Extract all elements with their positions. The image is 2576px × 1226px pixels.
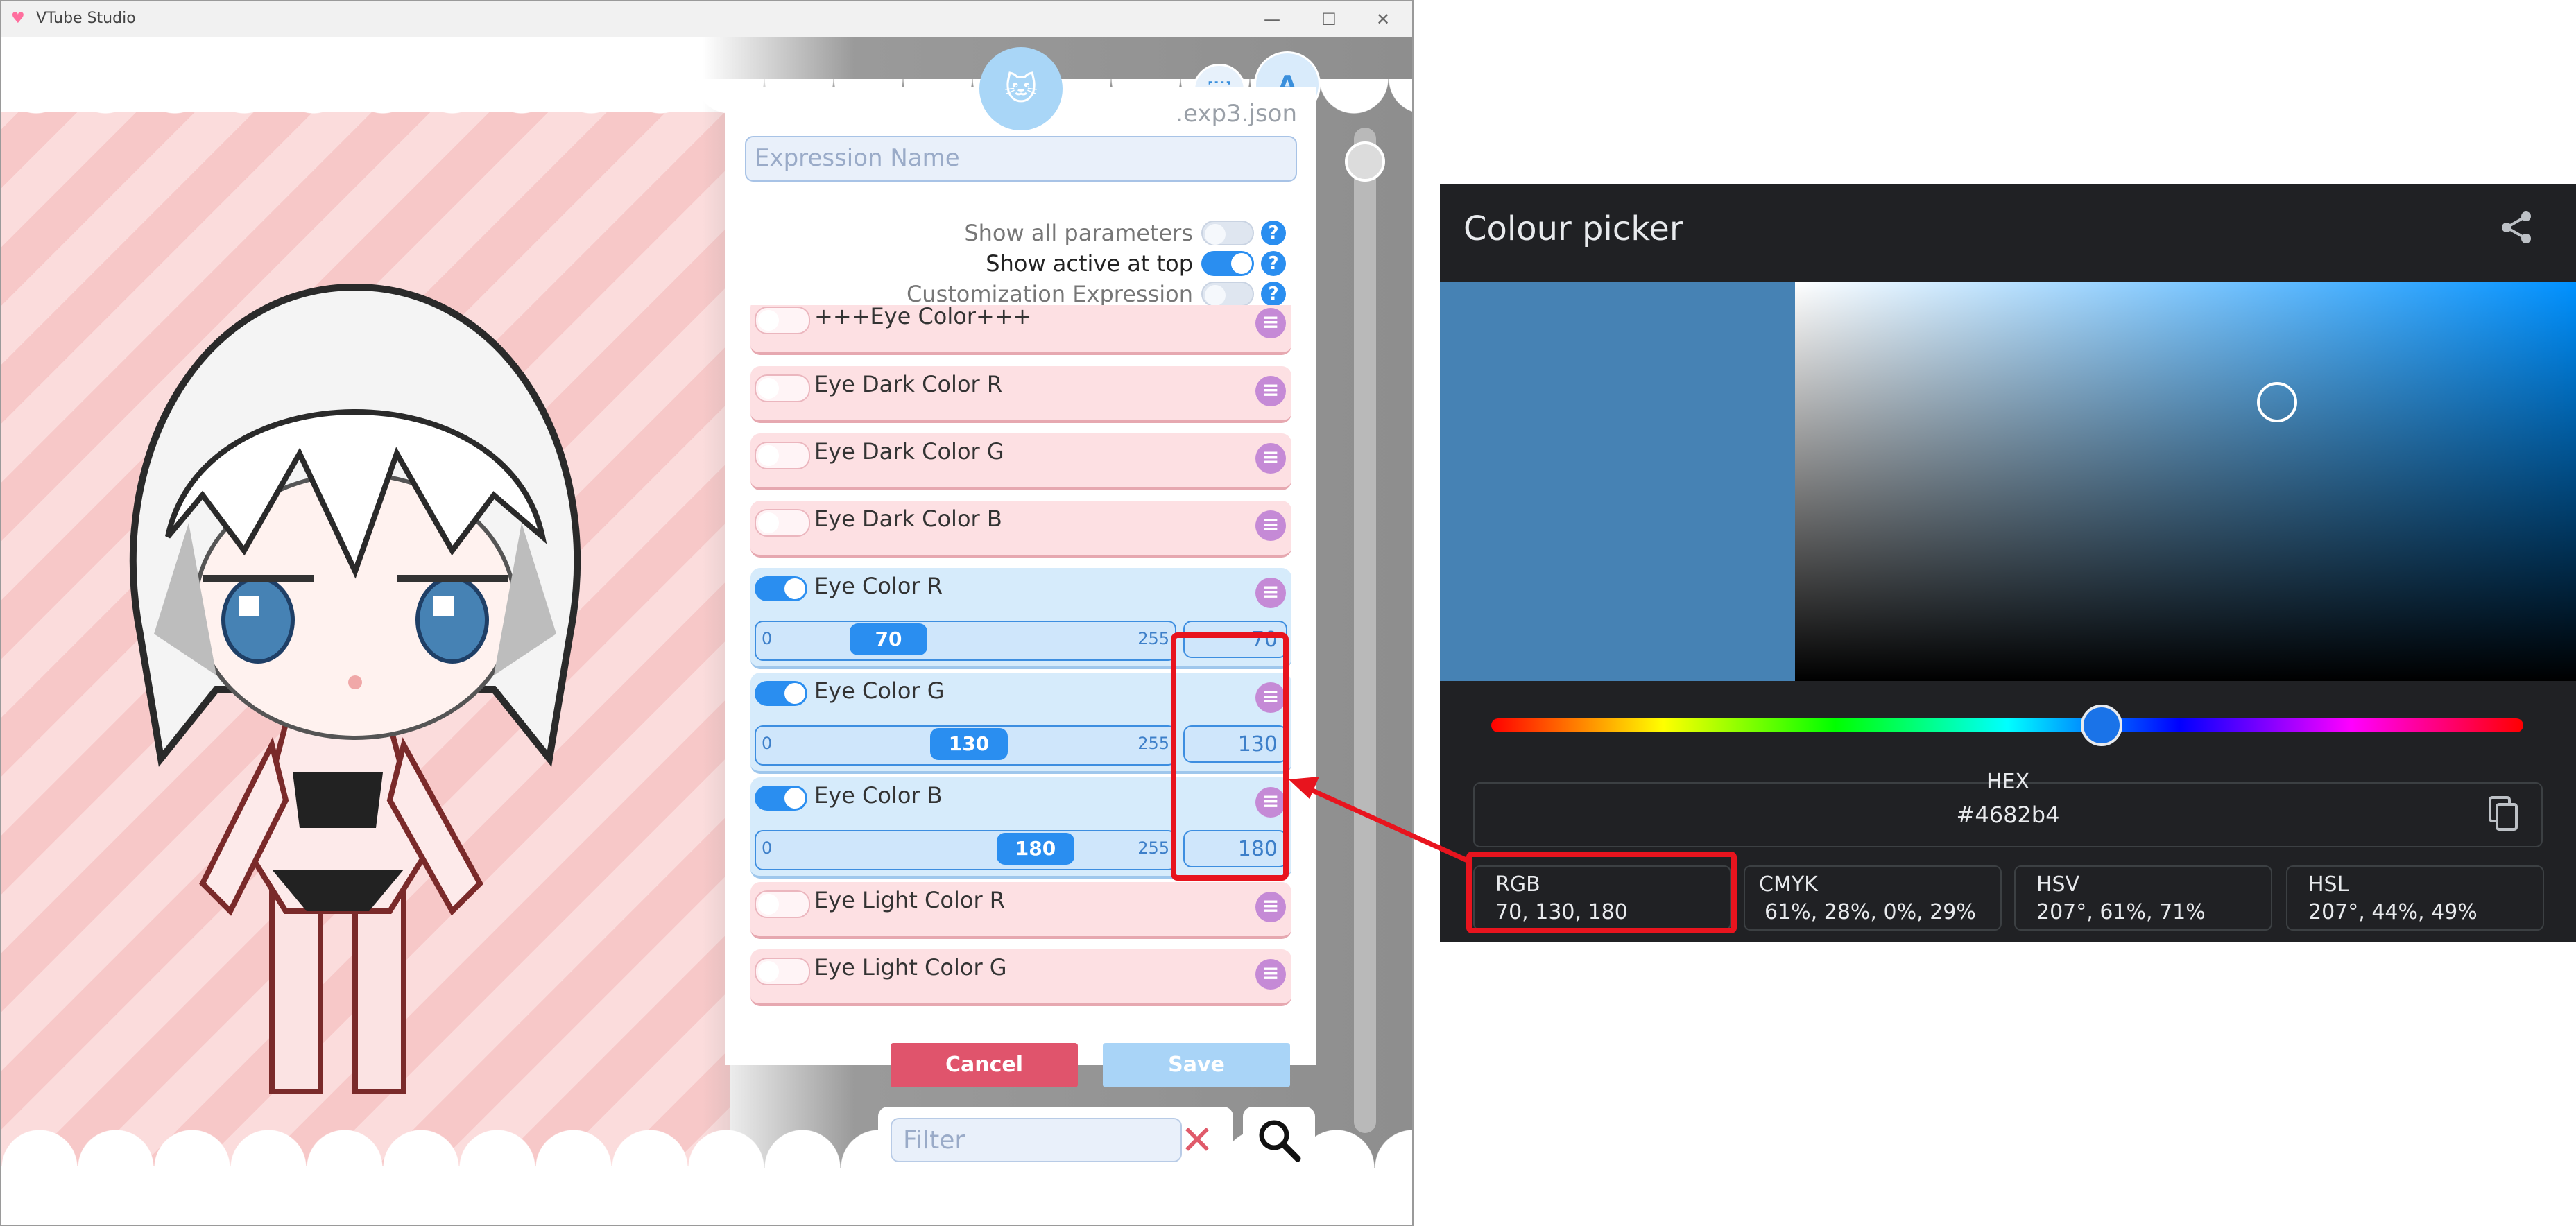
- param-toggle[interactable]: [755, 681, 807, 706]
- slider-max-label: 255: [1137, 838, 1169, 858]
- param-menu-icon[interactable]: ≡: [1255, 578, 1286, 608]
- share-icon[interactable]: [2497, 208, 2536, 247]
- minimize-button[interactable]: —: [1251, 7, 1293, 32]
- cmyk-field[interactable]: CMYK 61%, 28%, 0%, 29%: [1744, 865, 2002, 931]
- app-heart-icon: ♥: [11, 10, 25, 27]
- copy-icon[interactable]: [2487, 795, 2521, 834]
- param-label: +++Eye Color+++: [814, 305, 1032, 329]
- param-menu-icon[interactable]: ≡: [1255, 959, 1286, 990]
- param-label: Eye Color G: [814, 677, 945, 704]
- param-label: Eye Dark Color R: [814, 371, 1003, 397]
- slider-thumb[interactable]: 70: [850, 623, 927, 655]
- hex-value[interactable]: #4682b4: [1473, 802, 2543, 828]
- search-button[interactable]: [1243, 1107, 1315, 1173]
- filter-input[interactable]: Filter: [891, 1118, 1182, 1162]
- option-label-show-all: Show all parameters: [964, 220, 1193, 246]
- scrollbar-thumb[interactable]: [1345, 141, 1385, 182]
- param-label: Eye Color B: [814, 782, 943, 809]
- param-menu-icon[interactable]: ≡: [1255, 443, 1286, 474]
- cmyk-value: 61%, 28%, 0%, 29%: [1764, 900, 1976, 924]
- close-button[interactable]: ✕: [1362, 7, 1404, 32]
- param-row-eye-light-color-r[interactable]: Eye Light Color R ≡: [750, 882, 1291, 939]
- param-row-eye-light-color-g[interactable]: Eye Light Color G ≡: [750, 949, 1291, 1006]
- save-button[interactable]: Save: [1103, 1043, 1290, 1087]
- param-row-eye-color-header[interactable]: +++Eye Color+++ ≡: [750, 305, 1291, 355]
- option-label-show-active: Show active at top: [986, 250, 1193, 277]
- param-label: Eye Dark Color B: [814, 506, 1002, 532]
- scrollbar-track[interactable]: [1354, 128, 1376, 1133]
- param-label: Eye Light Color R: [814, 887, 1005, 913]
- param-label: Eye Light Color G: [814, 954, 1007, 981]
- slider-min-label: 0: [762, 838, 773, 858]
- slider-max-label: 255: [1137, 734, 1169, 753]
- help-icon[interactable]: ?: [1261, 221, 1286, 245]
- show-active-at-top-toggle[interactable]: [1201, 251, 1254, 276]
- param-toggle[interactable]: [755, 509, 810, 537]
- param-slider[interactable]: 0 130 255: [755, 725, 1176, 766]
- file-extension-label: .exp3.json: [1176, 100, 1297, 128]
- hsv-field[interactable]: HSV 207°, 61%, 71%: [2014, 865, 2272, 931]
- avatar-model[interactable]: [64, 245, 646, 1133]
- hsv-value: 207°, 61%, 71%: [2036, 900, 2206, 924]
- param-toggle[interactable]: [755, 576, 807, 601]
- maximize-button[interactable]: ☐: [1308, 7, 1350, 32]
- expression-name-input[interactable]: Expression Name: [745, 136, 1297, 182]
- title-bar: ♥ VTube Studio — ☐ ✕: [1, 1, 1412, 37]
- help-icon[interactable]: ?: [1261, 282, 1286, 306]
- hsv-label: HSV: [2036, 872, 2080, 897]
- param-slider[interactable]: 0 180 255: [755, 830, 1176, 870]
- param-row-eye-dark-color-b[interactable]: Eye Dark Color B ≡: [750, 501, 1291, 558]
- cmyk-label: CMYK: [1759, 872, 1818, 897]
- slider-min-label: 0: [762, 629, 773, 648]
- param-row-eye-dark-color-g[interactable]: Eye Dark Color G ≡: [750, 433, 1291, 490]
- param-toggle[interactable]: [755, 374, 810, 402]
- help-icon[interactable]: ?: [1261, 251, 1286, 276]
- expression-cat-icon: 🐱: [979, 47, 1063, 130]
- param-label: Eye Dark Color G: [814, 438, 1004, 465]
- search-icon: [1259, 1120, 1301, 1162]
- hue-slider[interactable]: [1491, 718, 2523, 732]
- hsl-label: HSL: [2308, 872, 2349, 897]
- hsl-field[interactable]: HSL 207°, 44%, 49%: [2286, 865, 2544, 931]
- show-all-parameters-toggle[interactable]: [1201, 221, 1254, 245]
- saturation-value-handle[interactable]: [2257, 382, 2297, 422]
- cloud-border-fill: [1, 1168, 1412, 1225]
- slider-thumb[interactable]: 130: [930, 728, 1008, 760]
- hex-label: HEX: [1986, 770, 2030, 794]
- param-menu-icon[interactable]: ≡: [1255, 376, 1286, 406]
- annotation-highlight-values: [1171, 632, 1289, 881]
- param-menu-icon[interactable]: ≡: [1255, 892, 1286, 922]
- param-toggle[interactable]: [755, 786, 807, 811]
- param-toggle[interactable]: [755, 306, 810, 334]
- param-slider[interactable]: 0 70 255: [755, 621, 1176, 661]
- clear-filter-icon[interactable]: ✕: [1176, 1119, 1218, 1161]
- colour-swatch: [1440, 282, 1795, 681]
- annotation-highlight-rgb: [1466, 852, 1737, 933]
- param-toggle[interactable]: [755, 890, 810, 918]
- param-label: Eye Color R: [814, 573, 943, 599]
- colour-picker-title: Colour picker: [1463, 209, 1683, 248]
- slider-min-label: 0: [762, 734, 773, 753]
- hsl-value: 207°, 44%, 49%: [2308, 900, 2478, 924]
- slider-thumb[interactable]: 180: [997, 833, 1074, 865]
- customization-expression-toggle[interactable]: [1201, 282, 1254, 306]
- option-label-customization: Customization Expression: [906, 281, 1193, 307]
- param-menu-icon[interactable]: ≡: [1255, 510, 1286, 541]
- param-menu-icon[interactable]: ≡: [1255, 308, 1286, 338]
- param-row-eye-dark-color-r[interactable]: Eye Dark Color R ≡: [750, 366, 1291, 423]
- param-toggle[interactable]: [755, 442, 810, 469]
- hue-slider-handle[interactable]: [2081, 705, 2122, 746]
- window-title: VTube Studio: [36, 10, 136, 27]
- cancel-button[interactable]: Cancel: [891, 1043, 1078, 1087]
- slider-max-label: 255: [1137, 629, 1169, 648]
- saturation-value-area[interactable]: [1795, 282, 2576, 681]
- param-toggle[interactable]: [755, 958, 810, 985]
